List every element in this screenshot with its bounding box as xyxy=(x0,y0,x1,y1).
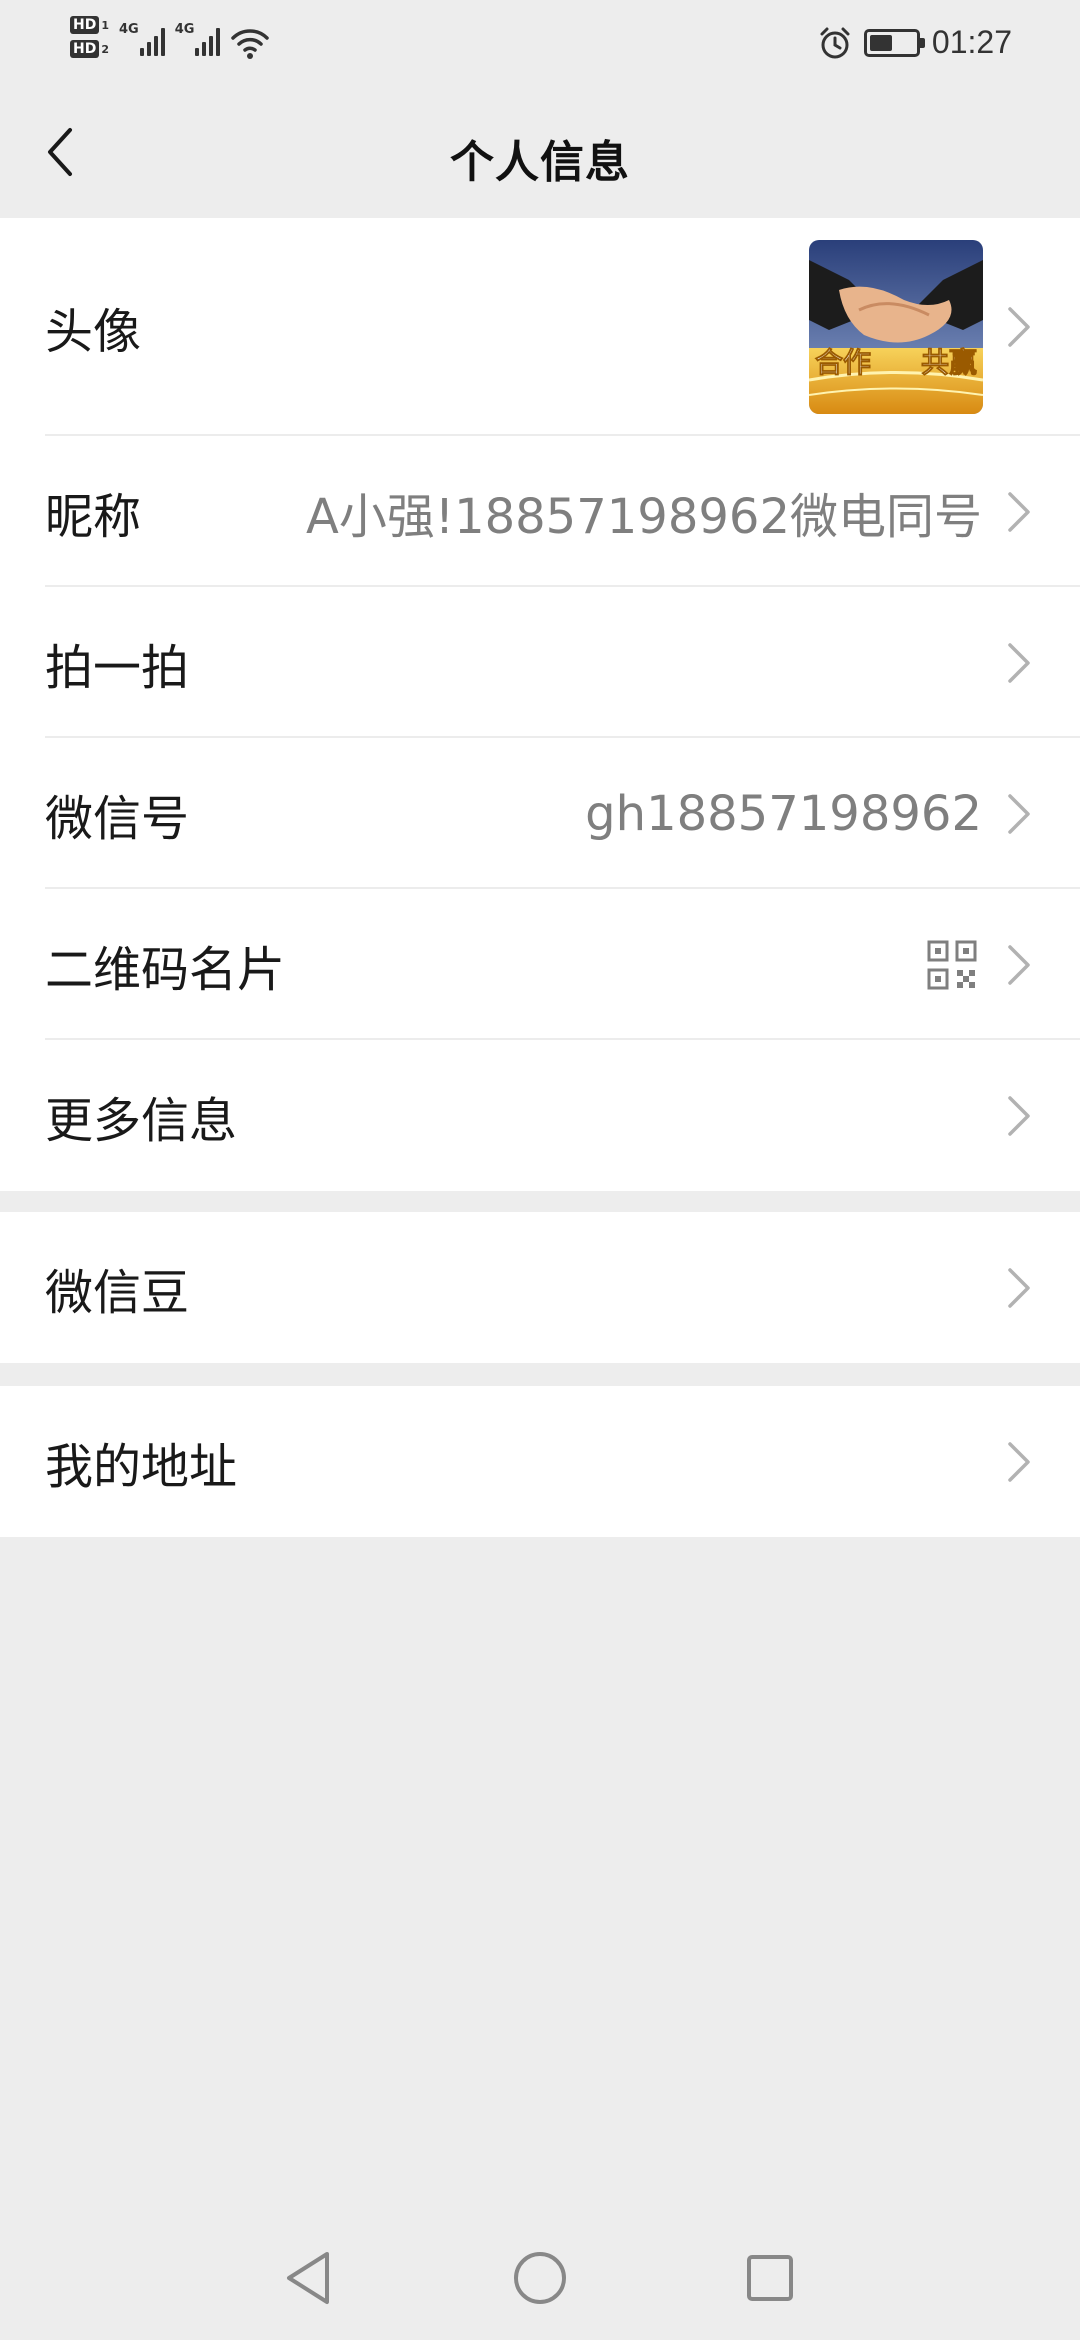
row-label-more-info: 更多信息 xyxy=(45,1092,238,1149)
square-recents-icon xyxy=(747,2255,793,2301)
row-label-nickname: 昵称 xyxy=(45,488,142,545)
status-bar: HD 1 HD 2 4G 4G 01:27 xyxy=(0,0,1080,90)
chevron-right-icon xyxy=(1008,642,1030,683)
profile-group: 头像 合作 共赢 昵称 A小强!18857198962微电同号 拍一拍 微信号 … xyxy=(0,218,1080,1191)
circle-home-icon xyxy=(514,2252,566,2304)
battery-icon xyxy=(863,28,925,57)
sim2-hd-badge: HD 2 xyxy=(70,40,109,58)
wechat-beans-group: 微信豆 xyxy=(0,1212,1080,1363)
chevron-right-icon xyxy=(1008,793,1030,834)
avatar[interactable]: 合作 共赢 xyxy=(809,240,983,414)
sim1-hd-label: HD xyxy=(70,16,100,34)
personal-info-screen: HD 1 HD 2 4G 4G 01:27 个人信息 头像 合作 共赢 昵称 A… xyxy=(0,0,1080,2340)
network-type-2: 4G xyxy=(174,22,195,37)
network-type-1: 4G xyxy=(119,22,139,37)
chevron-right-icon xyxy=(1008,1441,1030,1482)
signal-2: 4G xyxy=(175,16,221,56)
row-qr-card[interactable]: 二维码名片 xyxy=(0,889,1080,1040)
chevron-right-icon xyxy=(1008,491,1030,532)
signal-icon xyxy=(139,26,165,56)
system-navigation-bar xyxy=(0,2220,1080,2340)
nav-home-button[interactable] xyxy=(510,2248,570,2308)
nickname-value: A小强!18857198962微电同号 xyxy=(305,488,982,545)
row-label-pat: 拍一拍 xyxy=(45,639,190,696)
signal-1: 4G xyxy=(119,16,165,56)
chevron-right-icon xyxy=(1008,307,1030,347)
sim1-index: 1 xyxy=(101,18,109,32)
address-group: 我的地址 xyxy=(0,1386,1080,1537)
sim-indicators: HD 1 HD 2 xyxy=(70,16,109,58)
alarm-icon xyxy=(820,27,850,58)
sim1-hd-badge: HD 1 xyxy=(70,16,109,34)
row-label-wechat-beans: 微信豆 xyxy=(45,1264,190,1321)
sim2-hd-label: HD xyxy=(70,40,100,58)
row-pat[interactable]: 拍一拍 xyxy=(0,587,1080,738)
qr-code-icon xyxy=(927,940,977,989)
avatar-image: 合作 共赢 xyxy=(809,240,983,414)
row-more-info[interactable]: 更多信息 xyxy=(0,1040,1080,1191)
chevron-right-icon xyxy=(1008,1095,1030,1136)
nav-back-button[interactable] xyxy=(278,2248,338,2308)
status-time: 01:27 xyxy=(931,24,1012,60)
row-wechat-beans[interactable]: 微信豆 xyxy=(0,1212,1080,1363)
sim2-index: 2 xyxy=(101,42,109,56)
row-my-address[interactable]: 我的地址 xyxy=(0,1386,1080,1537)
row-wechat-id[interactable]: 微信号 gh18857198962 xyxy=(0,738,1080,889)
row-label-qr-card: 二维码名片 xyxy=(45,941,286,998)
status-left: HD 1 HD 2 4G 4G xyxy=(70,16,270,60)
page-title: 个人信息 xyxy=(450,137,630,188)
chevron-right-icon xyxy=(1008,944,1030,985)
row-label-avatar: 头像 xyxy=(45,304,142,360)
row-nickname[interactable]: 昵称 A小强!18857198962微电同号 xyxy=(0,436,1080,587)
row-avatar[interactable]: 头像 合作 共赢 xyxy=(0,218,1080,436)
row-label-my-address: 我的地址 xyxy=(45,1438,238,1495)
wifi-icon xyxy=(231,29,270,59)
row-label-wechat-id: 微信号 xyxy=(45,790,190,847)
wechat-id-value: gh18857198962 xyxy=(585,785,982,842)
nav-recents-button[interactable] xyxy=(740,2248,800,2308)
avatar-text-right: 共赢 xyxy=(921,346,977,379)
chevron-right-icon xyxy=(1008,1267,1030,1308)
triangle-back-icon xyxy=(287,2252,329,2304)
signal-icon xyxy=(195,26,221,56)
avatar-text-left: 合作 xyxy=(815,346,871,379)
status-right: 01:27 xyxy=(818,24,1012,61)
nav-bar: 个人信息 xyxy=(0,90,1080,218)
